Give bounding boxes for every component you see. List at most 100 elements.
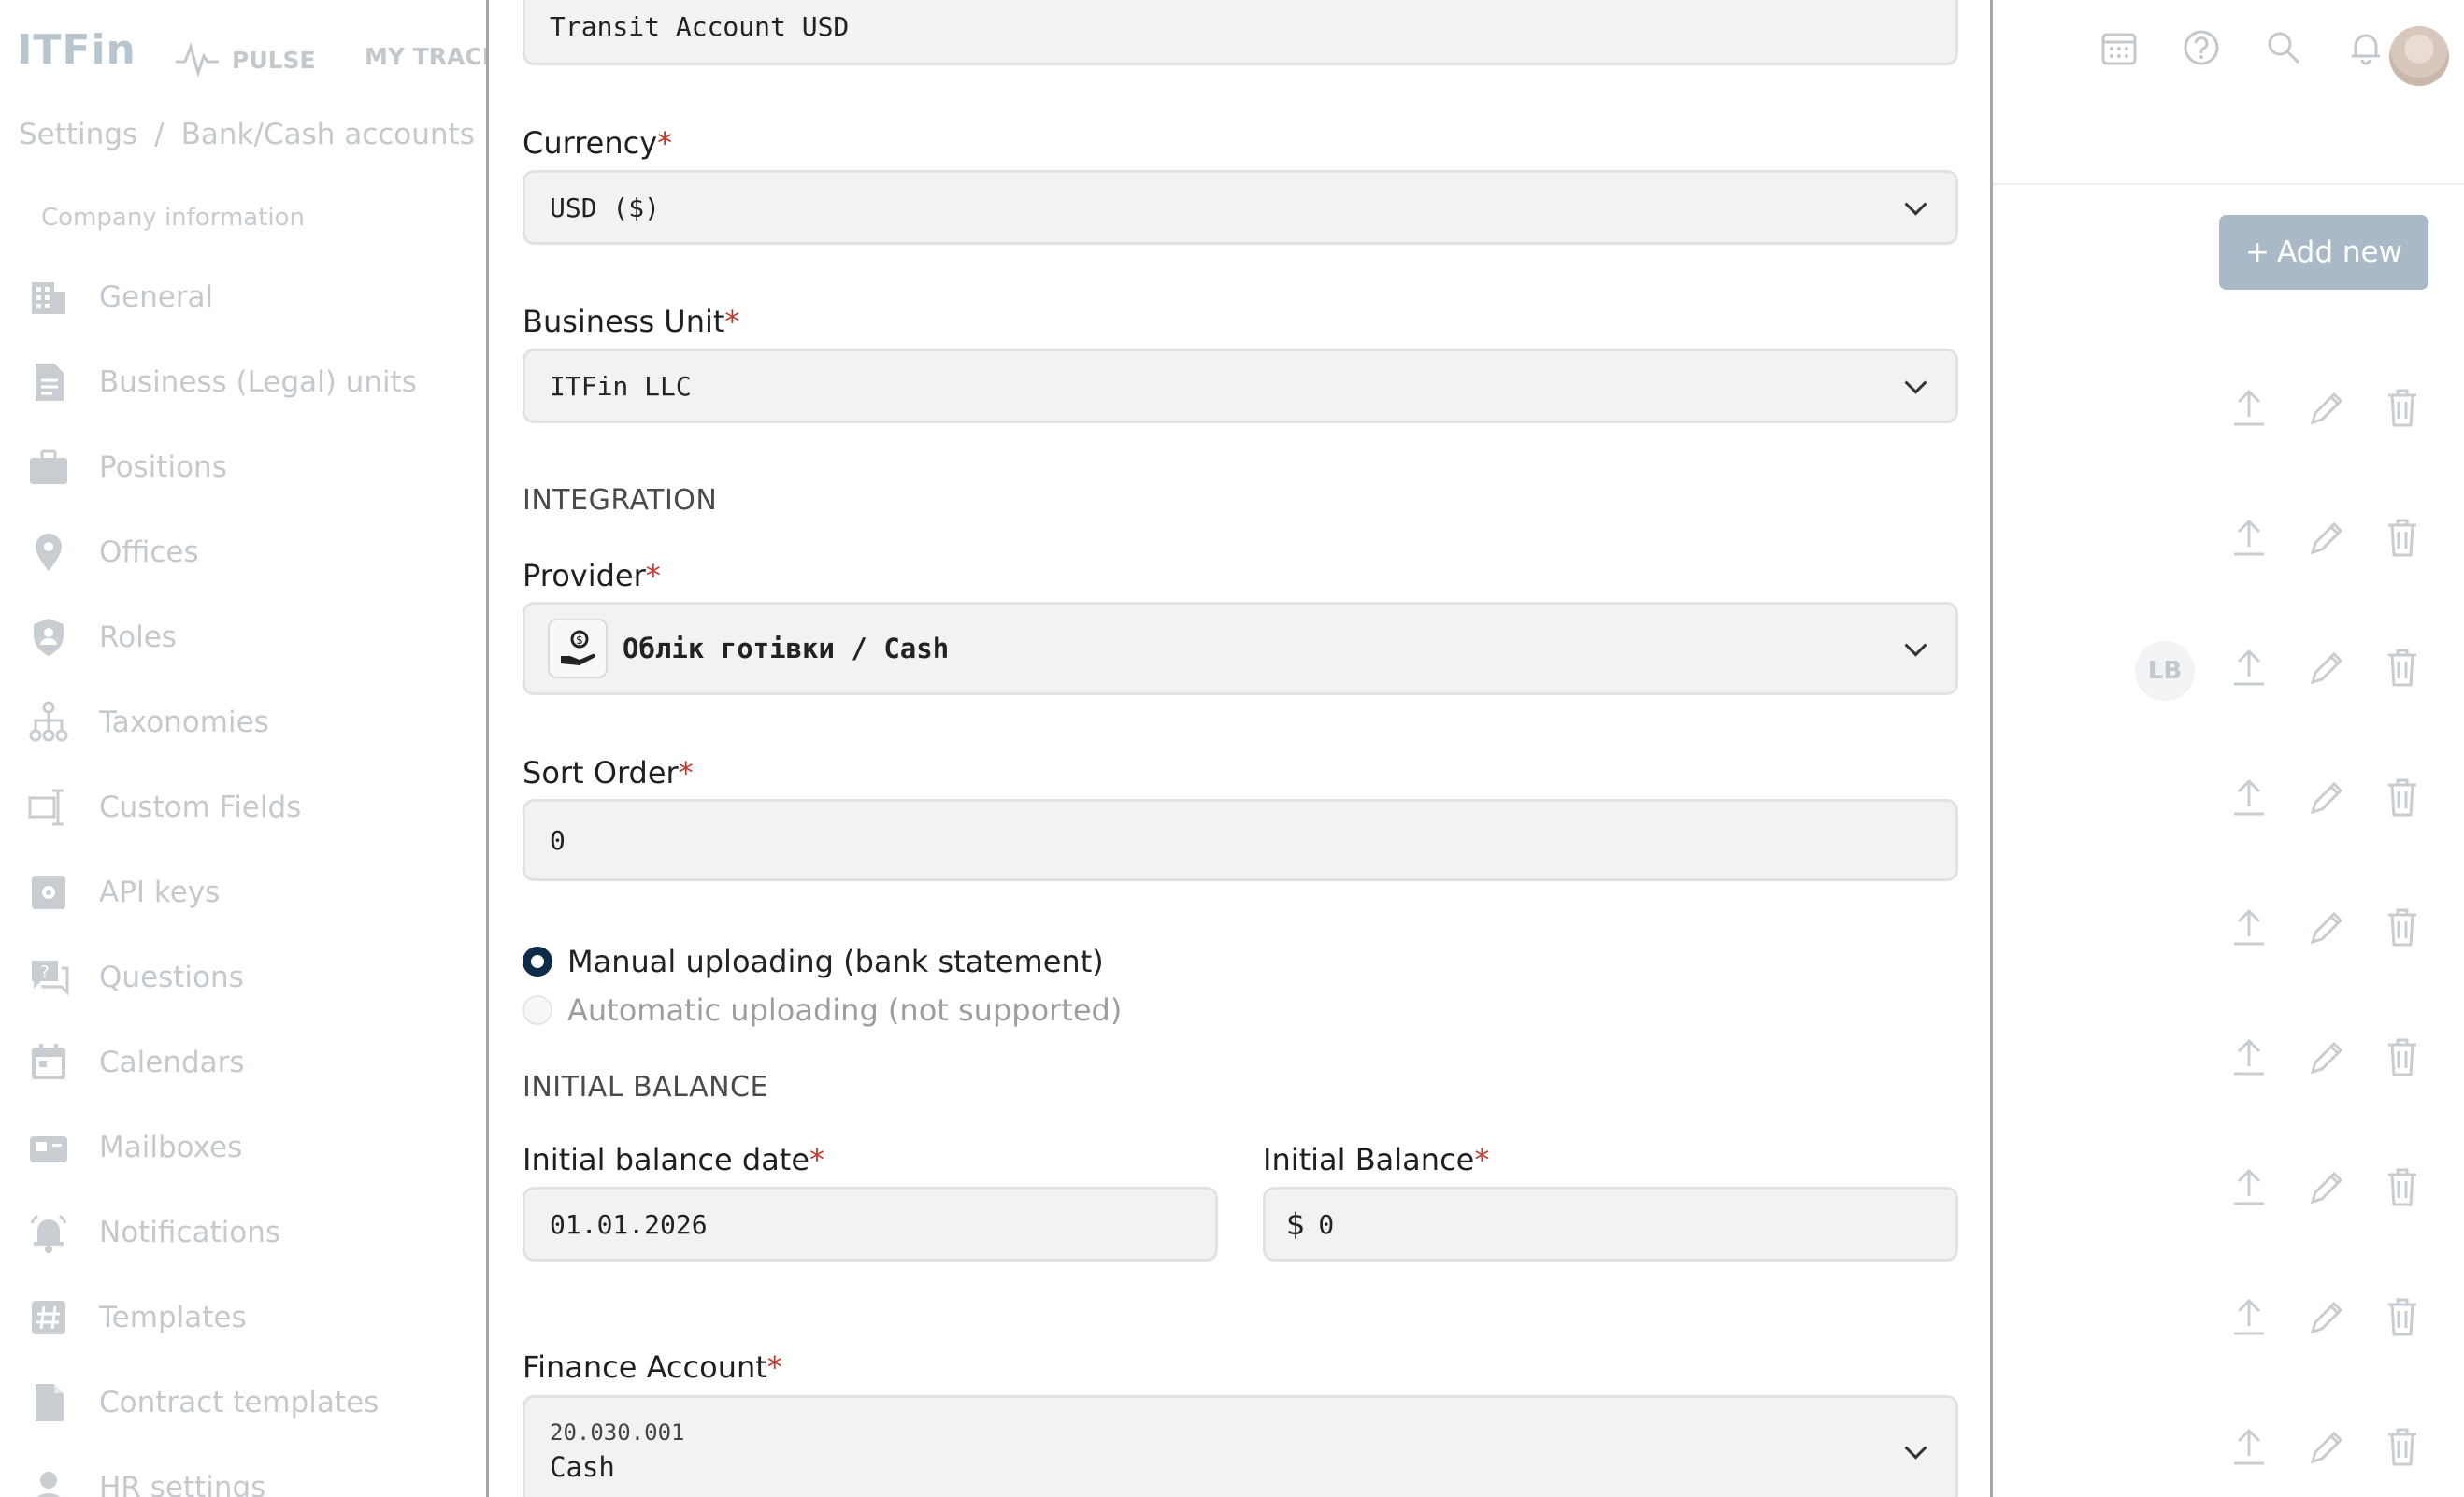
finance-account-select[interactable]: 20.030.001 Cash <box>523 1395 1958 1497</box>
integration-section-title: INTEGRATION <box>523 484 718 517</box>
upload-icon[interactable] <box>2230 1296 2268 1337</box>
sidebar-item-label: API keys <box>99 876 221 909</box>
sort-order-label: Sort Order* <box>523 755 694 791</box>
add-new-button[interactable]: + Add new <box>2219 215 2428 290</box>
upload-icon[interactable] <box>2230 1036 2268 1077</box>
finance-account-label: Finance Account* <box>523 1349 782 1385</box>
upload-option-label: Automatic uploading (not supported) <box>567 992 1123 1028</box>
breadcrumb-root[interactable]: Settings <box>19 118 137 151</box>
upload-icon[interactable] <box>2230 1426 2268 1467</box>
sidebar-item-business-units[interactable]: Business (Legal) units <box>26 360 417 405</box>
currency-select[interactable]: USD ($) <box>523 170 1958 245</box>
document-icon <box>36 364 64 401</box>
sidebar-item-contract-templates[interactable]: Contract templates <box>26 1380 379 1425</box>
edit-icon[interactable] <box>2307 777 2344 818</box>
currency-value: USD ($) <box>550 192 661 223</box>
trash-icon[interactable] <box>2384 1296 2421 1337</box>
user-avatar[interactable] <box>2389 26 2449 86</box>
initial-balance-input[interactable]: $ 0 <box>1263 1187 1958 1262</box>
upload-icon[interactable] <box>2230 647 2268 688</box>
sidebar-item-calendars[interactable]: Calendars <box>26 1040 245 1085</box>
upload-icon[interactable] <box>2230 517 2268 558</box>
business-unit-label: Business Unit* <box>523 304 740 339</box>
sort-order-value: 0 <box>550 824 566 856</box>
hierarchy-icon <box>29 701 68 742</box>
search-icon[interactable] <box>2260 24 2307 71</box>
upload-icon[interactable] <box>2230 387 2268 428</box>
trash-icon[interactable] <box>2384 517 2421 558</box>
edit-icon[interactable] <box>2307 1166 2344 1207</box>
upload-icon[interactable] <box>2230 1166 2268 1207</box>
bell-icon[interactable] <box>2342 24 2389 71</box>
sidebar-item-custom-fields[interactable]: Custom Fields <box>26 785 301 830</box>
sidebar-item-label: Notifications <box>99 1216 281 1249</box>
upload-icon[interactable] <box>2230 906 2268 948</box>
provider-select[interactable]: $ Облік готівки / Cash <box>523 602 1958 695</box>
trash-icon[interactable] <box>2384 647 2421 688</box>
sidebar-item-label: Roles <box>99 620 177 654</box>
edit-icon[interactable] <box>2307 906 2344 948</box>
sidebar-item-label: Business (Legal) units <box>99 365 417 399</box>
person-icon <box>36 1472 61 1497</box>
edit-icon[interactable] <box>2307 1426 2344 1467</box>
text-field-icon <box>28 789 64 826</box>
sidebar-item-api-keys[interactable]: API keys <box>26 870 220 915</box>
svg-text:$: $ <box>576 634 583 647</box>
trash-icon[interactable] <box>2384 1166 2421 1207</box>
sort-order-input[interactable]: 0 <box>523 799 1958 881</box>
edit-icon[interactable] <box>2307 387 2344 428</box>
finance-account-name: Cash <box>550 1451 615 1483</box>
sidebar-item-hr-settings[interactable]: HR settings <box>26 1465 265 1497</box>
edit-icon[interactable] <box>2307 1036 2344 1077</box>
calendar-icon <box>32 1044 65 1079</box>
trash-icon[interactable] <box>2384 1036 2421 1077</box>
pulse-icon <box>176 43 219 77</box>
sidebar-item-templates[interactable]: Templates <box>26 1295 247 1340</box>
business-unit-select[interactable]: ITFin LLC <box>523 349 1958 423</box>
row-actions <box>2230 1426 2421 1467</box>
sidebar-item-mailboxes[interactable]: Mailboxes <box>26 1125 242 1170</box>
sidebar-heading: Company information <box>41 204 306 232</box>
calendar-grid-icon[interactable] <box>2096 24 2142 71</box>
sidebar-item-positions[interactable]: Positions <box>26 445 227 490</box>
trash-icon[interactable] <box>2384 777 2421 818</box>
breadcrumb-separator: / <box>154 118 165 151</box>
cash-hand-icon: $ <box>548 619 608 678</box>
sidebar-item-label: Taxonomies <box>99 706 269 739</box>
sidebar-item-questions[interactable]: ? Questions <box>26 955 244 1000</box>
trash-icon[interactable] <box>2384 1426 2421 1467</box>
bell-ring-icon <box>30 1214 67 1253</box>
sidebar-item-label: General <box>99 280 214 314</box>
logo[interactable]: ITFin <box>17 26 136 74</box>
help-icon[interactable] <box>2178 24 2225 71</box>
provider-label: Provider* <box>523 558 661 593</box>
trash-icon[interactable] <box>2384 906 2421 948</box>
radio-selected-icon[interactable] <box>523 947 552 977</box>
row-actions <box>2230 777 2421 818</box>
edit-icon[interactable] <box>2307 647 2344 688</box>
bank-account-form-panel: Transit Account USD Currency* USD ($) Bu… <box>486 0 1993 1497</box>
initial-balance-date-label: Initial balance date* <box>523 1142 825 1177</box>
api-gear-icon <box>32 876 65 909</box>
plus-icon: + <box>2245 235 2271 269</box>
sidebar-item-label: Offices <box>99 535 199 569</box>
upload-option-manual[interactable]: Manual uploading (bank statement) <box>523 944 1104 979</box>
initial-balance-date-value: 01.01.2026 <box>550 1208 708 1240</box>
edit-icon[interactable] <box>2307 1296 2344 1337</box>
row-actions <box>2230 1166 2421 1207</box>
sidebar-item-notifications[interactable]: Notifications <box>26 1210 280 1255</box>
sidebar-item-general[interactable]: General <box>26 275 213 320</box>
trash-icon[interactable] <box>2384 387 2421 428</box>
building-icon <box>32 282 65 314</box>
edit-icon[interactable] <box>2307 517 2344 558</box>
sidebar-item-label: Custom Fields <box>99 791 302 824</box>
nav-pulse[interactable]: PULSE <box>174 43 316 77</box>
sidebar-item-taxonomies[interactable]: Taxonomies <box>26 700 269 745</box>
row-actions <box>2230 906 2421 948</box>
sidebar-item-roles[interactable]: Roles <box>26 615 177 660</box>
upload-icon[interactable] <box>2230 777 2268 818</box>
sidebar-item-offices[interactable]: Offices <box>26 530 199 575</box>
initial-balance-date-input[interactable]: 01.01.2026 <box>523 1187 1218 1262</box>
account-name-input[interactable]: Transit Account USD <box>523 0 1958 65</box>
currency-symbol: $ <box>1286 1206 1306 1242</box>
